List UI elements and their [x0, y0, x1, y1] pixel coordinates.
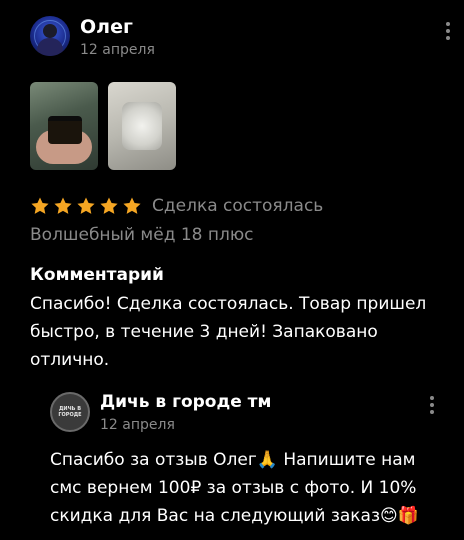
- author-name[interactable]: Олег: [80, 16, 133, 38]
- more-vertical-icon[interactable]: [444, 20, 452, 42]
- star-icon: [54, 197, 72, 214]
- star-icon: [77, 197, 95, 214]
- deal-status: Сделка состоялась: [152, 196, 324, 216]
- more-vertical-icon[interactable]: [428, 394, 436, 416]
- seller-name[interactable]: Дичь в городе тм: [100, 392, 271, 412]
- review-date: 12 апреля: [80, 42, 155, 58]
- reply-date: 12 апреля: [100, 417, 175, 433]
- user-avatar-icon[interactable]: [30, 16, 70, 56]
- seller-logo-text: ДИЧЬ В ГОРОДЕ: [58, 406, 82, 418]
- product-name[interactable]: Волшебный мёд 18 плюс: [30, 225, 254, 245]
- rating-row: Сделка состоялась: [30, 194, 323, 218]
- comment-text: Спасибо! Сделка состоялась. Товар пришел…: [30, 294, 427, 370]
- comment-heading: Комментарий: [30, 265, 164, 285]
- review-header: Олег 12 апреля: [30, 14, 450, 62]
- star-icon: [100, 197, 118, 214]
- seller-reply: ДИЧЬ В ГОРОДЕ Дичь в городе тм 12 апреля…: [50, 388, 450, 540]
- review-photo-2[interactable]: [108, 82, 176, 170]
- star-rating: [30, 196, 145, 216]
- seller-logo[interactable]: ДИЧЬ В ГОРОДЕ: [50, 392, 90, 432]
- star-icon: [31, 197, 49, 214]
- star-icon: [123, 197, 141, 214]
- review-photo-1[interactable]: [30, 82, 98, 170]
- reply-text: Спасибо за отзыв Олег🙏 Напишите нам смс …: [50, 450, 419, 526]
